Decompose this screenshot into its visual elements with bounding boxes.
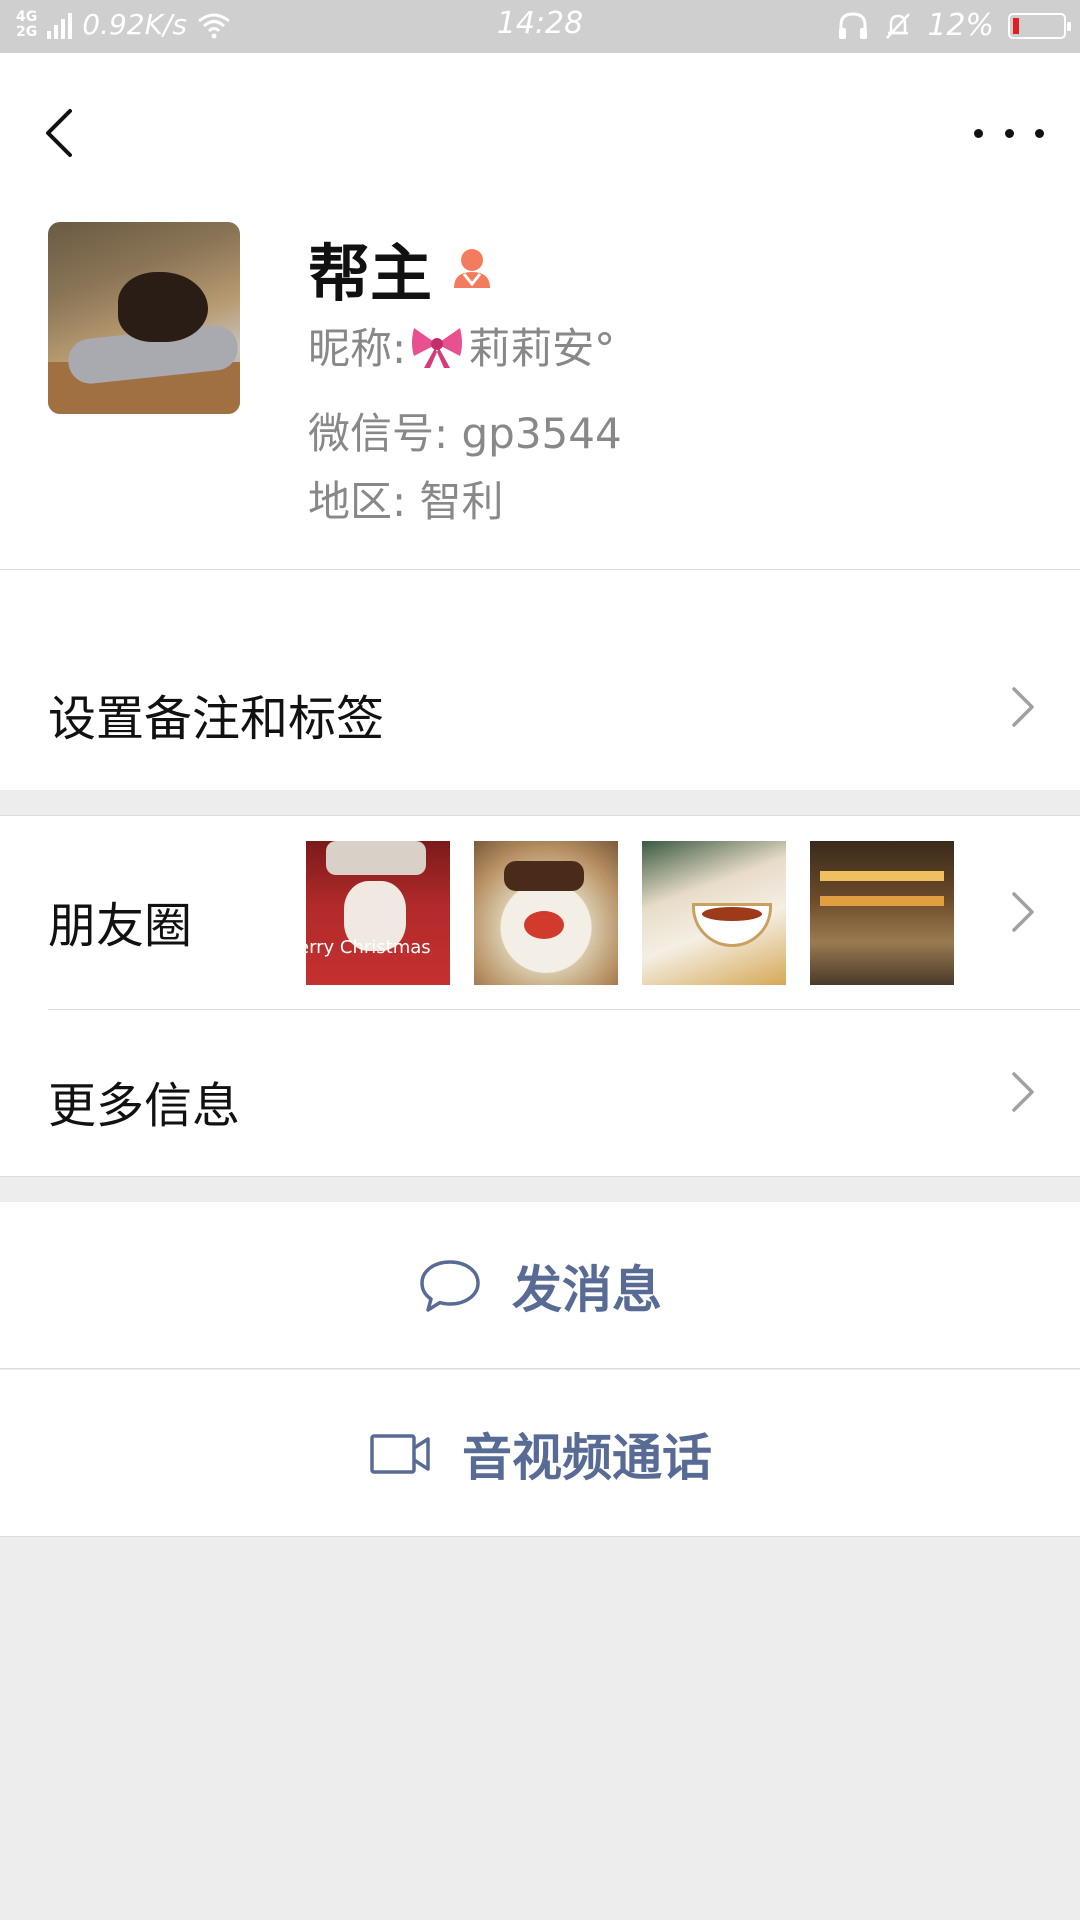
wechat-id-value: gp3544 bbox=[461, 409, 622, 458]
status-bar: 4G 2G 0.92K/s 14:28 12% bbox=[0, 0, 1080, 53]
headset-icon bbox=[839, 11, 868, 39]
dot bbox=[974, 128, 983, 138]
send-message-label: 发消息 bbox=[512, 1259, 662, 1319]
status-right: 12% bbox=[837, 8, 1071, 43]
more-options-button[interactable] bbox=[974, 113, 1044, 153]
moments-thumbnails: erry Christmas bbox=[306, 841, 954, 985]
profile-name: 帮主 bbox=[308, 237, 433, 310]
name-row: 帮主 bbox=[308, 223, 496, 313]
chevron-right-icon bbox=[1012, 892, 1034, 932]
moment-thumbnail[interactable] bbox=[810, 841, 954, 985]
thumbnail-caption: erry Christmas bbox=[306, 937, 431, 958]
nickname-label: 昵称: bbox=[308, 324, 407, 373]
video-camera-icon bbox=[370, 1433, 430, 1474]
avatar[interactable] bbox=[48, 222, 240, 414]
chevron-right-icon bbox=[1012, 687, 1034, 727]
moments-label: 朋友圈 bbox=[48, 898, 193, 954]
video-call-label: 音视频通话 bbox=[462, 1427, 712, 1487]
bow-emoji bbox=[412, 327, 463, 368]
profile-card: 帮主 昵称: 莉莉安° 微信号: gp3544 地区: 智利 bbox=[0, 53, 1080, 623]
wechat-id-line: 微信号: gp3544 bbox=[308, 400, 622, 461]
more-info-label: 更多信息 bbox=[48, 1078, 241, 1134]
battery-icon bbox=[1008, 12, 1071, 39]
chat-bubble-icon bbox=[420, 1259, 480, 1312]
moment-thumbnail[interactable]: erry Christmas bbox=[306, 841, 450, 985]
region-label: 地区: bbox=[308, 477, 407, 526]
region-value: 智利 bbox=[419, 477, 504, 526]
female-icon bbox=[454, 249, 491, 288]
dot bbox=[1004, 128, 1014, 138]
nickname-line: 昵称: 莉莉安° bbox=[308, 315, 615, 376]
battery-percent: 12% bbox=[927, 8, 994, 43]
wechat-id-label: 微信号: bbox=[308, 409, 449, 458]
region-line: 地区: 智利 bbox=[308, 468, 504, 529]
dot bbox=[1035, 128, 1044, 138]
back-button[interactable] bbox=[30, 93, 90, 173]
set-remark-and-tags-row[interactable]: 设置备注和标签 bbox=[0, 623, 1080, 790]
moments-row[interactable]: 朋友圈 erry Christmas bbox=[0, 816, 1080, 1009]
mute-bell-icon bbox=[886, 12, 911, 39]
more-info-row[interactable]: 更多信息 bbox=[0, 1010, 1080, 1177]
nickname-value: 莉莉安° bbox=[468, 324, 616, 373]
moments-and-info-group: 朋友圈 erry Christmas 更多信息 bbox=[0, 815, 1080, 1177]
divider bbox=[0, 569, 1080, 570]
video-call-button[interactable]: 音视频通话 bbox=[0, 1370, 1080, 1537]
battery-level bbox=[1013, 17, 1019, 34]
moment-thumbnail[interactable] bbox=[474, 841, 618, 985]
remark-label: 设置备注和标签 bbox=[48, 691, 385, 747]
send-message-button[interactable]: 发消息 bbox=[0, 1202, 1080, 1369]
chevron-right-icon bbox=[1012, 1072, 1034, 1112]
moment-thumbnail[interactable] bbox=[642, 841, 786, 985]
